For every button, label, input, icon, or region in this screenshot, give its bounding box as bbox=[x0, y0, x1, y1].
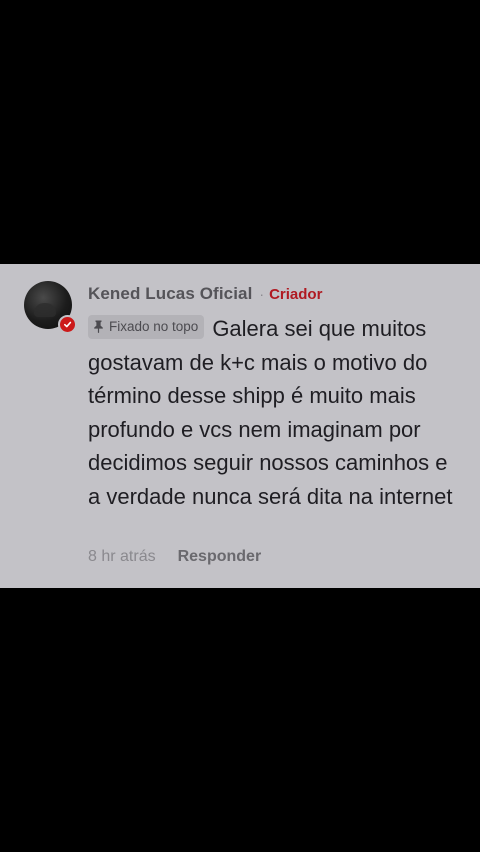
author-name[interactable]: Kened Lucas Oficial bbox=[88, 284, 252, 304]
comment-text: Galera sei que muitos gostavam de k+c ma… bbox=[88, 316, 453, 509]
creator-badge-label: Criador bbox=[269, 285, 323, 303]
pinned-label: Fixado no topo bbox=[109, 318, 199, 334]
comment-body: Fixado no topo Galera sei que muitos gos… bbox=[88, 312, 458, 513]
pinned-comment-card: Kened Lucas Oficial · Criador Fixado no … bbox=[0, 264, 480, 588]
comment-timestamp: 8 hr atrás bbox=[88, 548, 156, 565]
pinned-chip: Fixado no topo bbox=[88, 314, 205, 339]
reply-button[interactable]: Responder bbox=[178, 548, 262, 566]
video-frame: Kened Lucas Oficial · Criador Fixado no … bbox=[0, 0, 480, 852]
creator-check-icon bbox=[58, 315, 77, 334]
pin-icon bbox=[92, 320, 104, 334]
avatar-figure bbox=[34, 303, 56, 317]
author-avatar[interactable] bbox=[24, 281, 77, 334]
comment-footer: 8 hr atrás Responder bbox=[88, 548, 261, 566]
comment-header: Kened Lucas Oficial · Criador bbox=[88, 284, 322, 304]
header-separator: · bbox=[259, 286, 265, 302]
